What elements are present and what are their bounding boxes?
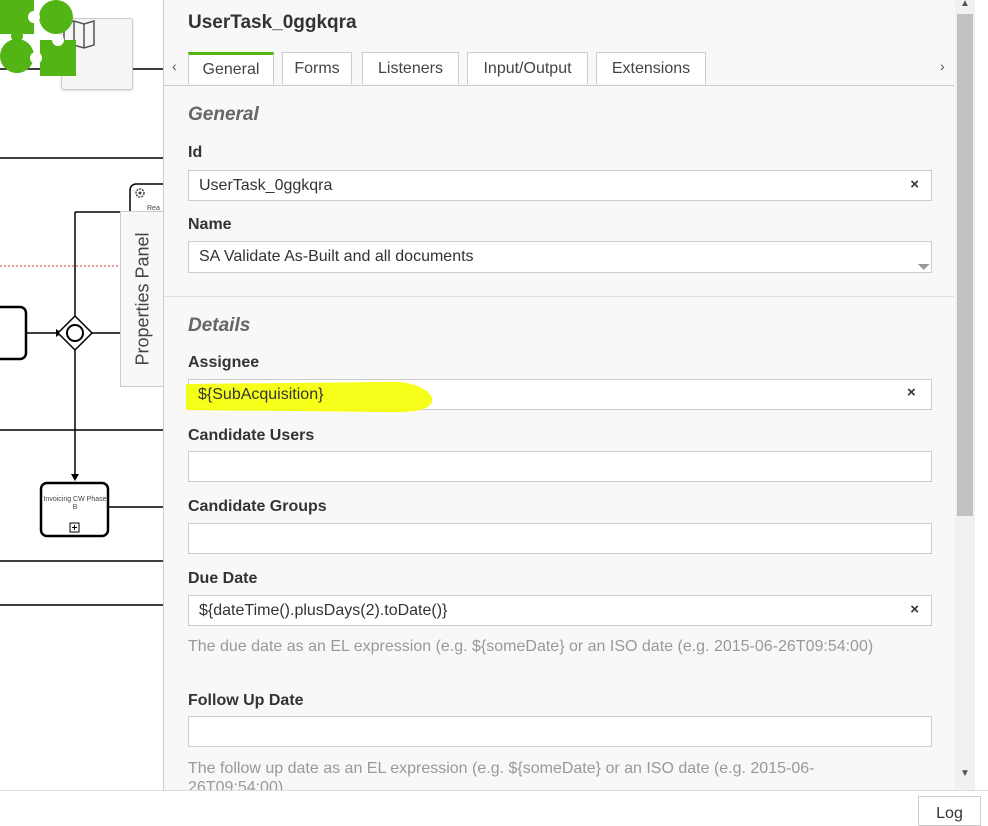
resize-handle-icon[interactable]: ◢ [916, 256, 931, 271]
tab-forms[interactable]: Forms [282, 52, 352, 84]
tab-listeners[interactable]: Listeners [362, 52, 459, 84]
bpmn-diagram [0, 68, 163, 606]
group-title-general: General [188, 104, 259, 125]
due-date-value: ${dateTime().plusDays(2).toDate()} [199, 602, 448, 619]
candidate-users-label: Candidate Users [188, 427, 315, 444]
tab-general[interactable]: General [188, 52, 274, 84]
candidate-users-input[interactable] [188, 451, 932, 482]
due-date-clear-button[interactable]: × [910, 601, 919, 618]
expand-icon [69, 522, 80, 533]
candidate-groups-label: Candidate Groups [188, 498, 327, 515]
properties-panel-toggle[interactable]: Properties Panel [120, 211, 163, 387]
scroll-down-icon[interactable]: ▼ [960, 768, 970, 779]
assignee-value-overlay: ${SubAcquisition} [198, 386, 324, 403]
name-value: SA Validate As-Built and all documents [199, 248, 474, 265]
name-label: Name [188, 216, 232, 233]
scroll-up-icon[interactable]: ▲ [960, 0, 970, 9]
tab-scroll-left-icon[interactable]: ‹ [172, 58, 177, 74]
due-date-hint: The due date as an EL expression (e.g. $… [188, 638, 874, 655]
element-title: UserTask_0ggkqra [188, 12, 357, 33]
gateway-icon [56, 314, 94, 352]
tab-bar: ‹ General Forms Listeners Input/Output E… [164, 50, 954, 86]
due-date-input[interactable]: ${dateTime().plusDays(2).toDate()} × [188, 595, 932, 626]
scroll-thumb[interactable] [957, 14, 973, 516]
id-label: Id [188, 144, 203, 161]
properties-panel-toggle-label: Properties Panel [132, 232, 152, 366]
panel-scrollbar[interactable]: ▲ ▼ [955, 0, 975, 790]
id-clear-button[interactable]: × [910, 176, 919, 193]
name-textarea[interactable]: SA Validate As-Built and all documents ◢ [188, 241, 932, 273]
group-title-details: Details [188, 315, 251, 336]
assignee-label: Assignee [188, 354, 260, 371]
camunda-logo [0, 0, 76, 76]
tab-scroll-right-icon[interactable]: › [940, 58, 945, 74]
follow-up-date-label: Follow Up Date [188, 692, 304, 709]
follow-up-date-hint: The follow up date as an EL expression (… [188, 760, 815, 790]
follow-up-date-input[interactable] [188, 716, 932, 747]
due-date-label: Due Date [188, 570, 258, 587]
candidate-groups-input[interactable] [188, 523, 932, 554]
assignee-clear-overlay[interactable]: × [907, 384, 916, 401]
id-value: UserTask_0ggkqra [199, 177, 333, 194]
diagram-canvas[interactable]: Rea Invoicing CW Phase B Properties Pane… [0, 0, 163, 790]
id-input[interactable]: UserTask_0ggkqra × [188, 170, 932, 201]
tab-extensions[interactable]: Extensions [596, 52, 706, 84]
bottom-divider [0, 790, 988, 791]
tab-divider [164, 85, 954, 86]
task-invoicing-label: Invoicing CW Phase B [43, 496, 107, 511]
tab-input-output[interactable]: Input/Output [467, 52, 588, 84]
log-button[interactable]: Log [918, 796, 981, 826]
group-divider [164, 296, 954, 297]
